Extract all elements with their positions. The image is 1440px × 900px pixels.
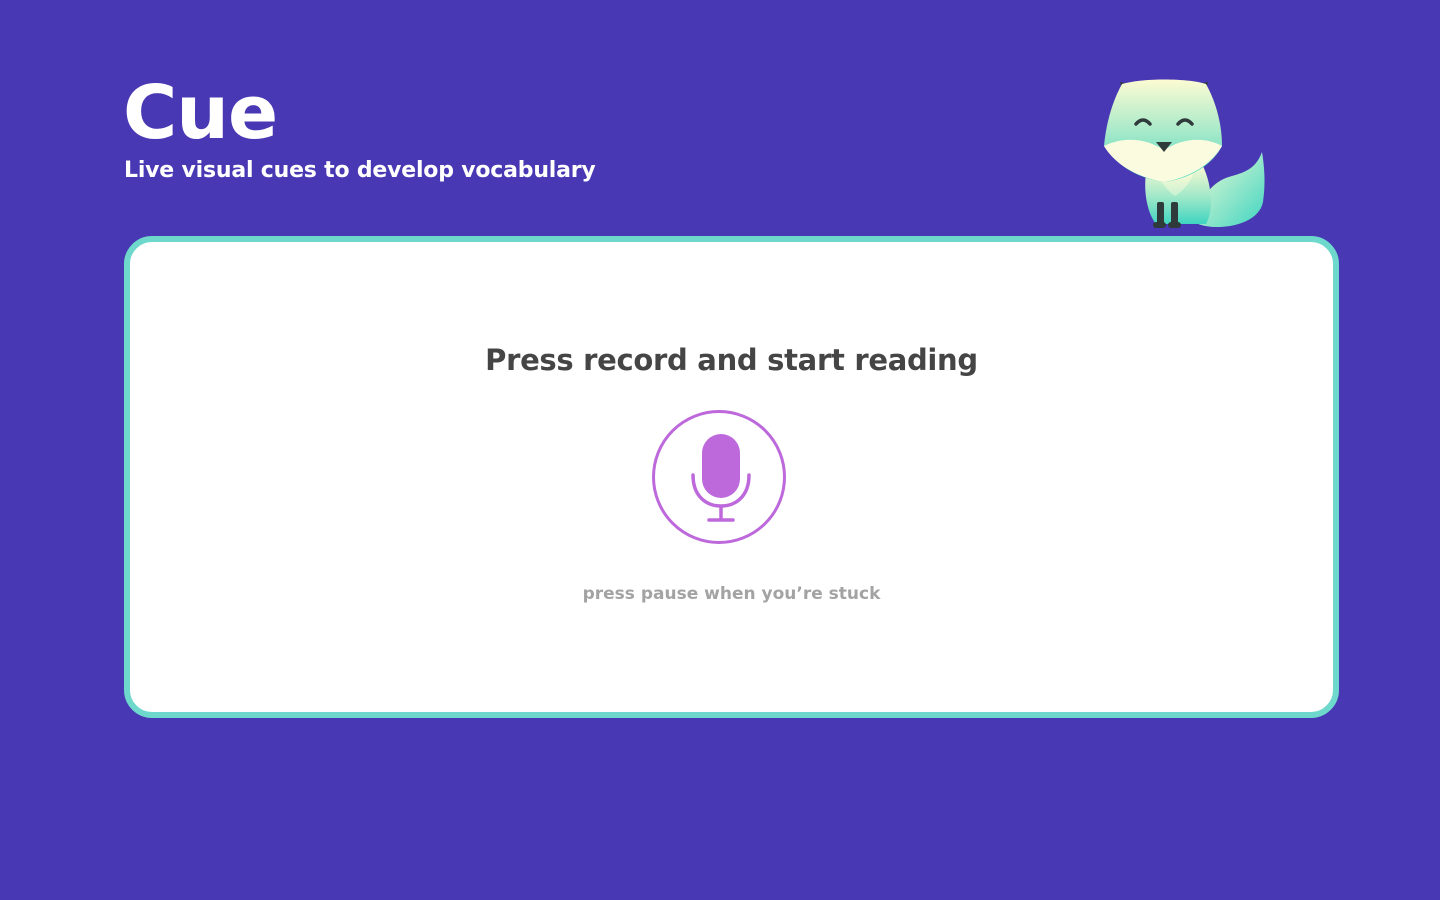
fox-mascot-icon [1098, 72, 1270, 232]
app-title: Cue [123, 70, 278, 156]
card-heading: Press record and start reading [485, 343, 978, 377]
app-tagline: Live visual cues to develop vocabulary [124, 158, 596, 183]
record-button[interactable] [652, 410, 786, 544]
recording-card: Press record and start reading press pau… [124, 236, 1339, 718]
card-hint: press pause when you’re stuck [582, 584, 881, 604]
microphone-icon [691, 434, 751, 522]
